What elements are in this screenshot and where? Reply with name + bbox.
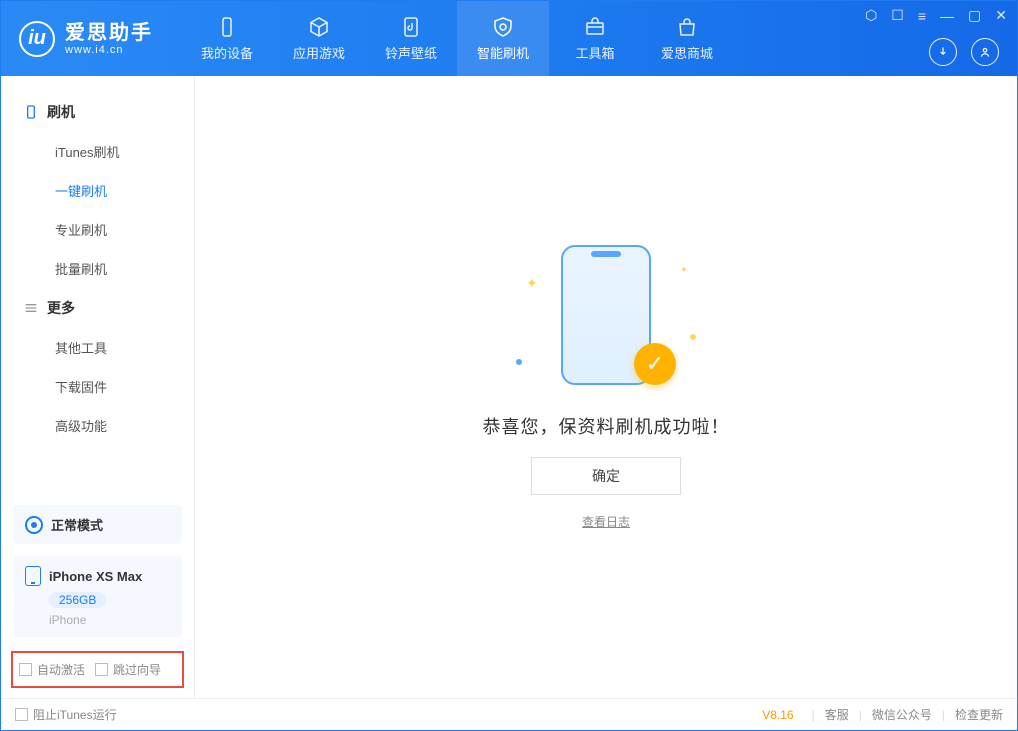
check-badge-icon: ✓ xyxy=(634,343,676,385)
footer: 阻止iTunes运行 V8.16 | 客服 | 微信公众号 | 检查更新 xyxy=(1,698,1017,730)
device-storage: 256GB xyxy=(49,592,106,608)
section-title: 刷机 xyxy=(47,102,75,122)
sidebar-item-advanced[interactable]: 高级功能 xyxy=(1,406,194,445)
block-itunes-checkbox[interactable]: 阻止iTunes运行 xyxy=(15,706,117,723)
footer-right: V8.16 | 客服 | 微信公众号 | 检查更新 xyxy=(762,706,1003,723)
device-name: iPhone XS Max xyxy=(49,569,142,584)
app-domain: www.i4.cn xyxy=(65,44,153,56)
dot-icon xyxy=(516,359,522,365)
sidebar-item-oneclick-flash[interactable]: 一键刷机 xyxy=(1,171,194,210)
checkbox-icon xyxy=(19,663,32,676)
nav-tabs: 我的设备 应用游戏 铃声壁纸 智能刷机 工具箱 爱思商城 xyxy=(181,1,733,76)
separator: | xyxy=(942,708,945,722)
app-window: iu 爱思助手 www.i4.cn 我的设备 应用游戏 铃声壁纸 智能刷机 xyxy=(0,0,1018,731)
mode-box[interactable]: 正常模式 xyxy=(13,505,182,544)
tab-label: 我的设备 xyxy=(201,43,253,62)
auto-activate-checkbox[interactable]: 自动激活 xyxy=(19,661,85,678)
separator: | xyxy=(859,708,862,722)
device-type: iPhone xyxy=(49,613,170,627)
logo-text: 爱思助手 www.i4.cn xyxy=(65,22,153,56)
menu-icon[interactable]: ≡ xyxy=(918,8,926,24)
music-file-icon xyxy=(399,15,423,39)
header-actions xyxy=(929,38,999,66)
tab-smart-flash[interactable]: 智能刷机 xyxy=(457,1,549,76)
shirt-icon[interactable]: ⬡ xyxy=(865,7,877,24)
window-controls: ⬡ ☐ ≡ — ▢ ✕ xyxy=(865,7,1007,24)
sidebar-item-itunes-flash[interactable]: iTunes刷机 xyxy=(1,132,194,171)
mode-label: 正常模式 xyxy=(51,515,103,534)
separator: | xyxy=(812,708,815,722)
sidebar-item-batch-flash[interactable]: 批量刷机 xyxy=(1,249,194,288)
section-flash-items: iTunes刷机 一键刷机 专业刷机 批量刷机 xyxy=(1,132,194,288)
section-more: 更多 xyxy=(1,288,194,328)
ok-button[interactable]: 确定 xyxy=(531,457,681,495)
success-illustration: ✦ ✦ ✓ xyxy=(516,245,696,395)
success-message: 恭喜您，保资料刷机成功啦！ xyxy=(483,413,730,439)
toolbox-icon xyxy=(583,15,607,39)
footer-link-support[interactable]: 客服 xyxy=(825,706,849,723)
close-button[interactable]: ✕ xyxy=(995,7,1007,24)
tab-store[interactable]: 爱思商城 xyxy=(641,1,733,76)
tab-label: 应用游戏 xyxy=(293,43,345,62)
user-button[interactable] xyxy=(971,38,999,66)
footer-link-update[interactable]: 检查更新 xyxy=(955,706,1003,723)
sidebar-item-other-tools[interactable]: 其他工具 xyxy=(1,328,194,367)
shield-refresh-icon xyxy=(491,15,515,39)
main-content: ✦ ✦ ✓ 恭喜您，保资料刷机成功啦！ 确定 查看日志 xyxy=(195,76,1017,698)
section-title: 更多 xyxy=(47,298,75,318)
feedback-icon[interactable]: ☐ xyxy=(891,7,904,24)
mode-icon xyxy=(25,516,43,534)
tab-apps-games[interactable]: 应用游戏 xyxy=(273,1,365,76)
sidebar-item-pro-flash[interactable]: 专业刷机 xyxy=(1,210,194,249)
header: iu 爱思助手 www.i4.cn 我的设备 应用游戏 铃声壁纸 智能刷机 xyxy=(1,1,1017,76)
maximize-button[interactable]: ▢ xyxy=(968,7,981,24)
app-name: 爱思助手 xyxy=(65,22,153,44)
sparkle-icon: ✦ xyxy=(526,275,538,292)
sidebar: 刷机 iTunes刷机 一键刷机 专业刷机 批量刷机 更多 其他工具 下载固件 … xyxy=(1,76,195,698)
dot-icon xyxy=(690,334,696,340)
body: 刷机 iTunes刷机 一键刷机 专业刷机 批量刷机 更多 其他工具 下载固件 … xyxy=(1,76,1017,698)
phone-icon xyxy=(25,566,41,586)
device-box[interactable]: iPhone XS Max 256GB iPhone xyxy=(13,556,182,637)
store-icon xyxy=(675,15,699,39)
tab-ringtones-wallpapers[interactable]: 铃声壁纸 xyxy=(365,1,457,76)
device-icon xyxy=(215,15,239,39)
checkbox-icon xyxy=(95,663,108,676)
checkbox-icon xyxy=(15,708,28,721)
version-label: V8.16 xyxy=(762,708,793,722)
tab-label: 工具箱 xyxy=(575,43,614,62)
view-log-link[interactable]: 查看日志 xyxy=(582,513,630,530)
tab-label: 爱思商城 xyxy=(661,43,713,62)
footer-link-wechat[interactable]: 微信公众号 xyxy=(872,706,932,723)
logo: iu 爱思助手 www.i4.cn xyxy=(1,1,171,76)
sidebar-scroll: 刷机 iTunes刷机 一键刷机 专业刷机 批量刷机 更多 其他工具 下载固件 … xyxy=(1,76,194,499)
logo-icon: iu xyxy=(19,21,55,57)
tab-label: 智能刷机 xyxy=(477,43,529,62)
cube-icon xyxy=(307,15,331,39)
download-icon xyxy=(936,45,950,59)
sparkle-icon: ✦ xyxy=(680,265,688,276)
minimize-button[interactable]: — xyxy=(940,8,954,24)
tab-my-device[interactable]: 我的设备 xyxy=(181,1,273,76)
skip-guide-checkbox[interactable]: 跳过向导 xyxy=(95,661,161,678)
tab-toolbox[interactable]: 工具箱 xyxy=(549,1,641,76)
block-itunes-label: 阻止iTunes运行 xyxy=(33,706,117,723)
sidebar-item-download-firmware[interactable]: 下载固件 xyxy=(1,367,194,406)
user-icon xyxy=(978,45,992,59)
menu-icon xyxy=(23,300,39,316)
footer-left: 阻止iTunes运行 xyxy=(15,706,117,723)
section-flash: 刷机 xyxy=(1,92,194,132)
auto-activate-label: 自动激活 xyxy=(37,661,85,678)
device-icon xyxy=(23,104,39,120)
tab-label: 铃声壁纸 xyxy=(385,43,437,62)
download-button[interactable] xyxy=(929,38,957,66)
flash-options-highlight: 自动激活 跳过向导 xyxy=(11,651,184,688)
skip-guide-label: 跳过向导 xyxy=(113,661,161,678)
section-more-items: 其他工具 下载固件 高级功能 xyxy=(1,328,194,445)
